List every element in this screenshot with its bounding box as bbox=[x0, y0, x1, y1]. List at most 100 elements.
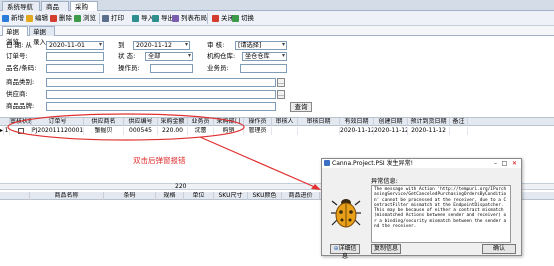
edit-button-label: 编辑 bbox=[35, 14, 48, 22]
dialog-title: Canna.Project.PSI 发生异常! bbox=[332, 160, 414, 167]
import-button[interactable]: 导入 bbox=[132, 13, 154, 24]
delete-button-label: 删除 bbox=[59, 14, 72, 22]
order-column-header[interactable]: 审核状态 bbox=[10, 118, 32, 126]
detail-column-header[interactable]: 单位 bbox=[184, 192, 214, 200]
date-to-picker[interactable]: 2020-11-12 bbox=[133, 41, 190, 50]
table-cell bbox=[298, 127, 340, 135]
approval-label: 审 核: bbox=[207, 41, 225, 49]
salesman-label: 业务员: bbox=[207, 64, 229, 72]
date-from-picker[interactable]: 2020-11-01 bbox=[46, 41, 104, 50]
order-number-label: 订单号: bbox=[6, 52, 28, 60]
toolbar-separator bbox=[99, 13, 100, 24]
order-column-header[interactable]: 备注 bbox=[450, 118, 468, 126]
approval-select[interactable]: [请选择] bbox=[235, 41, 287, 50]
table-cell bbox=[272, 127, 298, 135]
tab-nav-map[interactable]: 系统导航图 bbox=[2, 1, 40, 21]
edit-icon bbox=[26, 15, 33, 22]
order-column-header[interactable]: 采购金额 bbox=[158, 118, 188, 126]
confirm-button[interactable]: 确认 bbox=[482, 244, 516, 254]
brand-input[interactable] bbox=[46, 102, 276, 111]
export-button[interactable]: 导出 bbox=[152, 13, 174, 24]
table-cell: 蟹掘贝 bbox=[84, 127, 124, 135]
tab-product-archive[interactable]: 商品档案 bbox=[41, 1, 69, 21]
order-column-header[interactable]: 供应编号 bbox=[124, 118, 158, 126]
product-label: 品名/条码: bbox=[6, 64, 37, 72]
new-button[interactable]: 新增 bbox=[2, 13, 24, 24]
import-icon bbox=[132, 15, 139, 22]
tab-purchase-order[interactable]: 采购订货 bbox=[70, 1, 98, 21]
audit-checkbox[interactable] bbox=[18, 128, 24, 134]
detail-column-header[interactable]: 商品进价 bbox=[282, 192, 320, 200]
exception-section-label: 异常信息: bbox=[371, 178, 398, 185]
order-column-header[interactable]: 审核日期 bbox=[298, 118, 340, 126]
detail-column-header[interactable]: SKU颜色 bbox=[248, 192, 282, 200]
row-indicator-header bbox=[0, 192, 30, 200]
copy-info-button[interactable]: 复制信息 bbox=[371, 244, 401, 254]
order-column-header[interactable]: 操作员 bbox=[244, 118, 272, 126]
table-cell: 220.00 bbox=[158, 127, 188, 135]
close-button[interactable]: 关闭 bbox=[212, 13, 234, 24]
table-cell: 2020-11-12 bbox=[340, 127, 374, 135]
new-icon bbox=[2, 15, 9, 22]
to-label: 到 bbox=[118, 41, 125, 49]
status-label: 状 态: bbox=[118, 52, 136, 60]
close-icon bbox=[212, 15, 219, 22]
summary-total: 220 bbox=[175, 183, 187, 190]
sub-tab-strip: 单据浏览 单据录入 bbox=[0, 26, 554, 46]
switch-icon bbox=[232, 15, 239, 22]
browse-button[interactable]: 浏览 bbox=[74, 13, 96, 24]
delete-button[interactable]: 删除 bbox=[50, 13, 72, 24]
switch-button-label: 切换 bbox=[241, 14, 254, 22]
print-button[interactable]: 打印 bbox=[102, 13, 124, 24]
order-number-input[interactable] bbox=[46, 52, 104, 61]
operator-input[interactable] bbox=[150, 64, 193, 73]
table-cell: 购销 bbox=[214, 127, 244, 135]
export-icon bbox=[152, 15, 159, 22]
warehouse-label: 机构仓库: bbox=[207, 52, 236, 60]
order-column-header[interactable]: 订单号 bbox=[32, 118, 84, 126]
supplier-label: 供应商: bbox=[6, 90, 28, 98]
order-column-header[interactable]: 预计到货日期 bbox=[408, 118, 450, 126]
list-layout-button[interactable]: 列表布局 bbox=[172, 13, 207, 24]
switch-button[interactable]: 切换 bbox=[232, 13, 254, 24]
print-button-label: 打印 bbox=[111, 14, 124, 22]
date-label: 日 期: 从 bbox=[6, 41, 32, 49]
query-button[interactable]: 查询 bbox=[290, 102, 312, 112]
detail-column-header[interactable]: 规格 bbox=[156, 192, 184, 200]
document-tab-strip: 系统导航图 商品档案 采购订货 bbox=[0, 0, 554, 21]
row-indicator-header[interactable] bbox=[0, 118, 10, 126]
print-icon bbox=[102, 15, 109, 22]
edit-button[interactable]: 编辑 bbox=[26, 13, 48, 24]
order-column-header[interactable]: 采购部门 bbox=[214, 118, 244, 126]
supplier-input[interactable] bbox=[46, 90, 276, 99]
category-input[interactable] bbox=[46, 78, 276, 87]
detail-column-header[interactable]: 条码 bbox=[104, 192, 156, 200]
close-icon[interactable]: ✕ bbox=[511, 160, 518, 167]
table-row[interactable]: ▸ 1 PJ202011120001 蟹掘贝 000545 220.00 沈蕾 购销 管理员 20… bbox=[0, 127, 554, 135]
details-button[interactable]: ⊕详细信息 bbox=[330, 244, 360, 260]
order-column-header[interactable]: 创建日期 bbox=[374, 118, 408, 126]
warehouse-select[interactable]: 坐仓仓库 bbox=[242, 52, 287, 61]
table-cell: PJ202011120001 bbox=[32, 127, 84, 135]
category-picker-button[interactable]: … bbox=[277, 78, 285, 87]
brand-label: 商品品牌: bbox=[6, 102, 35, 110]
supplier-picker-button[interactable]: … bbox=[277, 90, 285, 99]
product-input[interactable] bbox=[46, 64, 104, 73]
tab-document-browse[interactable]: 单据浏览 bbox=[2, 26, 28, 46]
maximize-icon[interactable]: □ bbox=[501, 160, 508, 167]
detail-column-header[interactable]: 商品名称 bbox=[30, 192, 104, 200]
browse-button-label: 浏览 bbox=[83, 14, 96, 22]
order-column-header[interactable]: 审核人 bbox=[272, 118, 298, 126]
salesman-input[interactable] bbox=[240, 64, 287, 73]
order-column-header[interactable]: 供应商名 bbox=[84, 118, 124, 126]
audit-status-cell bbox=[10, 127, 32, 135]
toolbar-separator bbox=[207, 13, 208, 24]
order-column-header[interactable]: 业务员 bbox=[188, 118, 214, 126]
order-column-header[interactable]: 有效日期 bbox=[340, 118, 374, 126]
status-select[interactable]: 全部 bbox=[145, 52, 193, 61]
detail-column-header[interactable]: SKU尺寸 bbox=[214, 192, 248, 200]
tab-document-entry[interactable]: 单据录入 bbox=[29, 26, 55, 46]
bug-icon bbox=[331, 199, 361, 228]
minimize-icon[interactable]: – bbox=[492, 160, 499, 167]
toolbar: 新增 编辑 删除 浏览 打印 导入 导出 列表布局 关闭 切换 bbox=[0, 11, 554, 26]
